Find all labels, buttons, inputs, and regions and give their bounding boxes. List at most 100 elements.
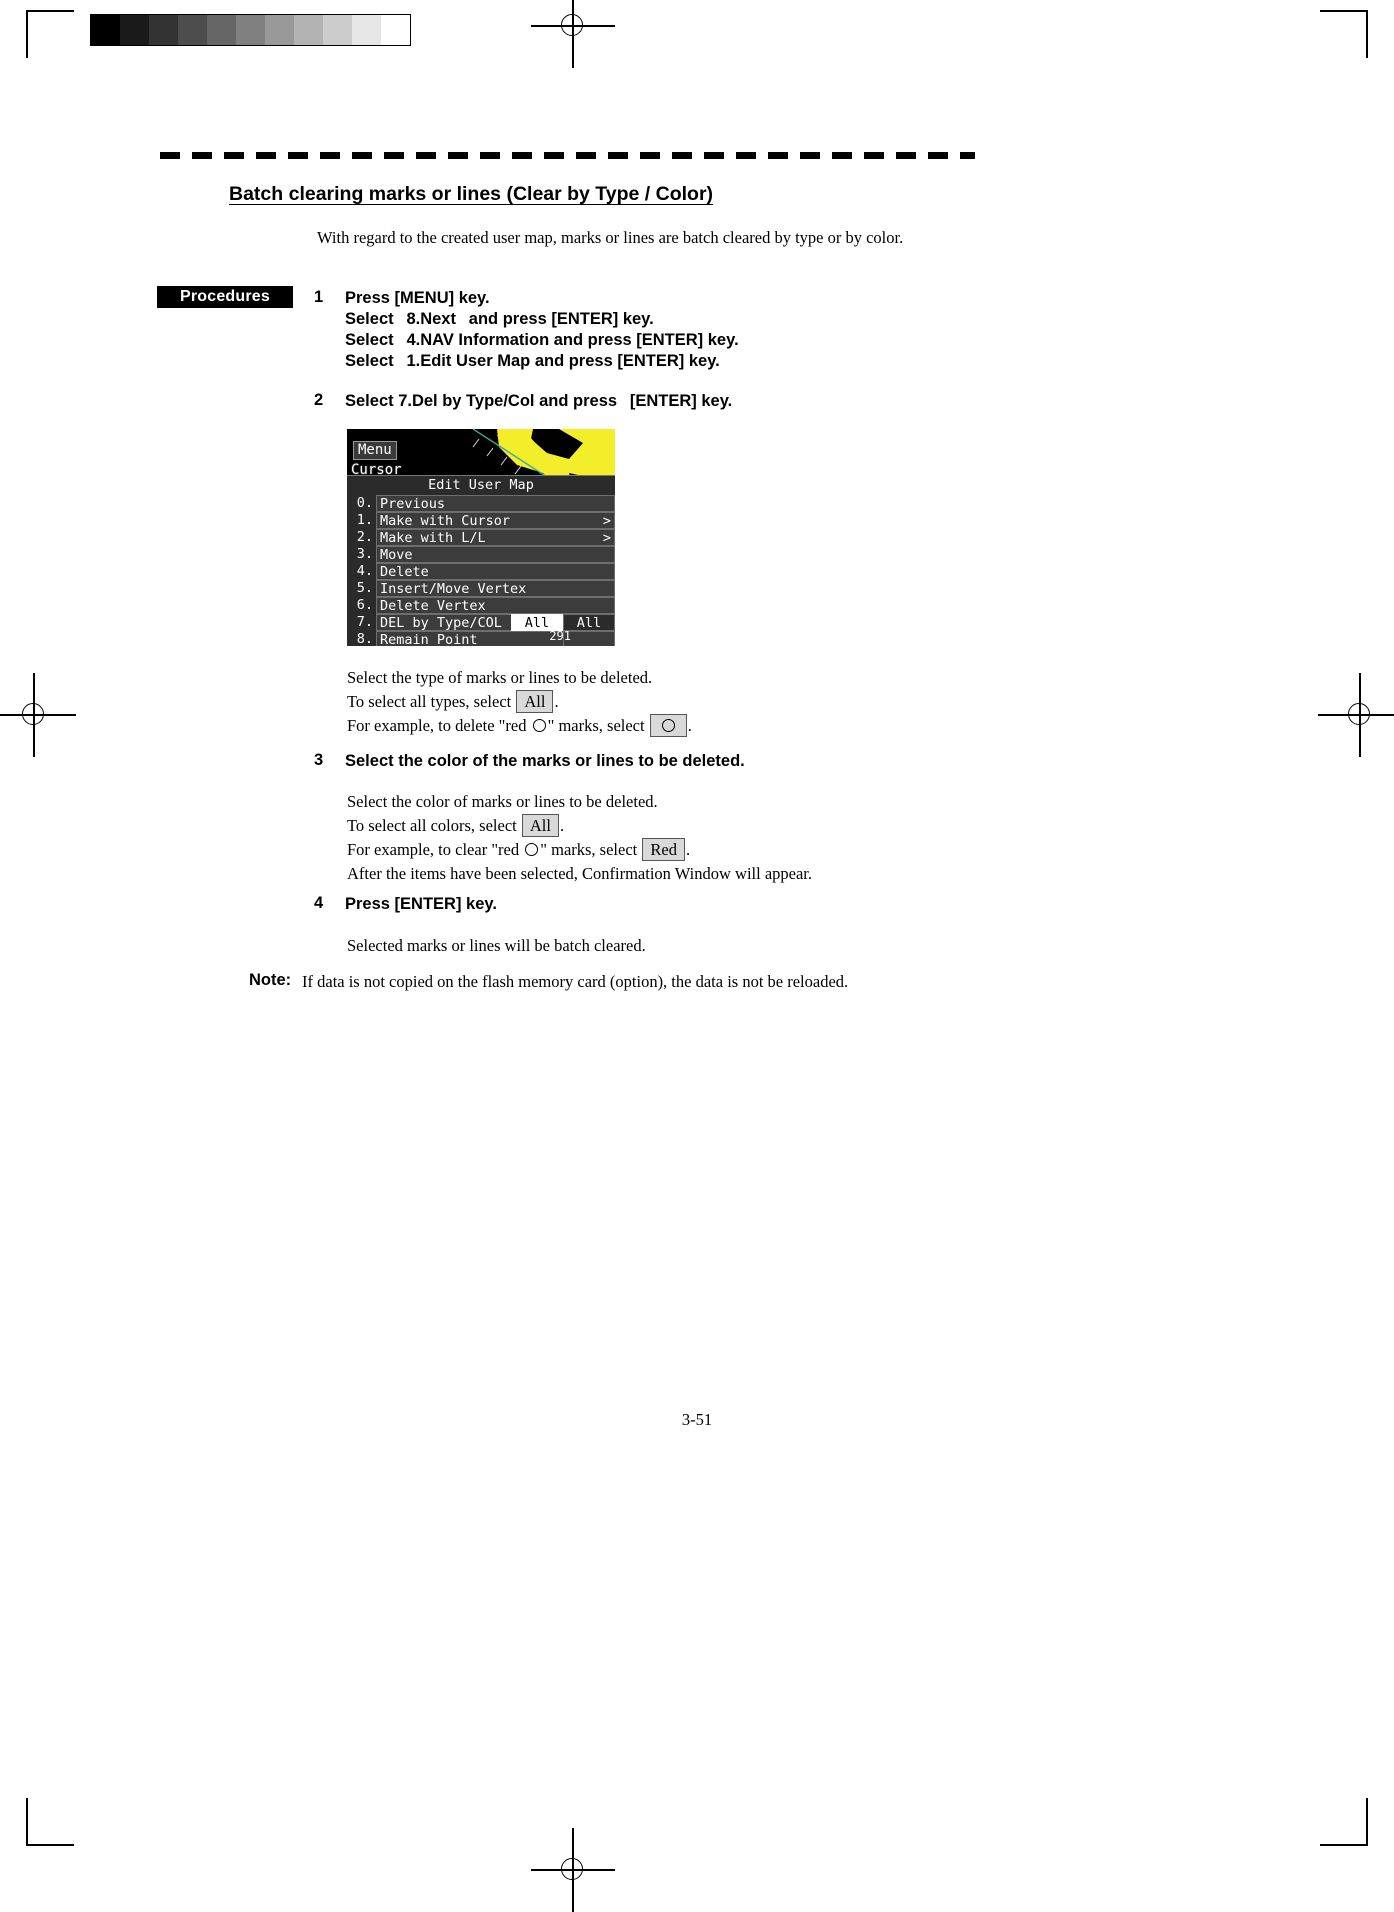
greyscale-calibration-strip bbox=[90, 14, 411, 46]
chevron-right-icon: > bbox=[599, 512, 615, 529]
menu-item-arrow bbox=[599, 495, 615, 512]
menu-item-index: 6. bbox=[347, 597, 376, 614]
step-3-body-line-2: To select all colors, select All. bbox=[347, 814, 812, 838]
step-1-line-2: Select 8.Next and press [ENTER] key. bbox=[345, 310, 654, 328]
menu-item-label: Remain Point bbox=[376, 631, 563, 646]
step-2-body-line-3-text: For example, to delete "red bbox=[347, 716, 527, 735]
period: . bbox=[559, 816, 565, 835]
step-2-body-line-2: To select all types, select All. bbox=[347, 690, 692, 714]
menu-item-arrow bbox=[599, 546, 615, 563]
step-1-number: 1 bbox=[314, 288, 324, 306]
step-1-line-3: Select 4.NAV Information and press [ENTE… bbox=[345, 331, 739, 349]
menu-item-index: 8. bbox=[347, 631, 376, 646]
page-number: 3-51 bbox=[681, 1410, 713, 1429]
menu-item-insert-move-vertex[interactable]: 5. Insert/Move Vertex bbox=[347, 580, 615, 597]
registration-mark-bottom-icon bbox=[531, 1828, 615, 1912]
menu-item-index: 7. bbox=[347, 614, 376, 631]
step-1-line-1: Press [MENU] key. bbox=[345, 289, 490, 307]
greyscale-swatch bbox=[236, 15, 265, 45]
menu-item-label: Delete bbox=[376, 563, 599, 580]
registration-mark-right-icon bbox=[1318, 673, 1394, 757]
registration-mark-top-icon bbox=[531, 0, 615, 68]
greyscale-swatch bbox=[149, 15, 178, 45]
greyscale-swatch bbox=[120, 15, 149, 45]
edit-user-map-panel: Edit User Map 0. Previous 1. Make with C… bbox=[347, 475, 615, 646]
red-keycap[interactable]: Red bbox=[642, 838, 685, 861]
menu-button[interactable]: Menu bbox=[353, 441, 397, 460]
circle-mark-icon bbox=[525, 843, 539, 856]
menu-item-arrow bbox=[599, 580, 615, 597]
menu-item-label: Previous bbox=[376, 495, 599, 512]
period: . bbox=[685, 840, 691, 859]
circle-mark-icon bbox=[661, 719, 675, 732]
step-3-body-line-3: For example, to clear "red " marks, sele… bbox=[347, 838, 812, 862]
circle-keycap[interactable] bbox=[649, 714, 687, 737]
menu-item-label: Insert/Move Vertex bbox=[376, 580, 599, 597]
step-3-body-line-2-text: To select all colors, select bbox=[347, 816, 517, 835]
crop-mark-top-right bbox=[1320, 10, 1368, 58]
menu-item-index: 2. bbox=[347, 529, 376, 546]
step-4-line-1: Press [ENTER] key. bbox=[345, 895, 497, 913]
greyscale-swatch bbox=[265, 15, 294, 45]
menu-item-label: Make with Cursor bbox=[376, 512, 599, 529]
menu-item-label: Make with L/L bbox=[376, 529, 599, 546]
crop-mark-top-left bbox=[26, 10, 74, 58]
greyscale-swatch bbox=[91, 15, 120, 45]
note-text: If data is not copied on the flash memor… bbox=[302, 972, 849, 991]
registration-mark-left-icon bbox=[0, 673, 76, 757]
menu-item-arrow bbox=[599, 563, 615, 580]
step-3-body: Select the color of marks or lines to be… bbox=[347, 790, 812, 886]
menu-item-make-with-cursor[interactable]: 1. Make with Cursor > bbox=[347, 512, 615, 529]
all-keycap[interactable]: All bbox=[521, 814, 559, 837]
all-keycap[interactable]: All bbox=[516, 690, 554, 713]
step-2-text: Select 7.Del by Type/Col and press [ENTE… bbox=[345, 391, 732, 412]
crop-mark-bottom-left bbox=[26, 1798, 74, 1846]
step-4-text: Press [ENTER] key. bbox=[345, 894, 497, 915]
step-1-line-4: Select 1.Edit User Map and press [ENTER]… bbox=[345, 352, 720, 370]
intro-paragraph: With regard to the created user map, mar… bbox=[317, 228, 904, 247]
step-4-body: Selected marks or lines will be batch cl… bbox=[347, 934, 646, 958]
step-3-text: Select the color of the marks or lines t… bbox=[345, 751, 745, 772]
crop-mark-bottom-right bbox=[1320, 1798, 1368, 1846]
step-3-number: 3 bbox=[314, 751, 324, 769]
menu-item-delete[interactable]: 4. Delete bbox=[347, 563, 615, 580]
step-2-body-line-1: Select the type of marks or lines to be … bbox=[347, 668, 653, 687]
device-screenshot: Menu Cursor Edit User Map 0. Previous 1.… bbox=[347, 429, 615, 646]
menu-item-label: Delete Vertex bbox=[376, 597, 599, 614]
menu-item-previous[interactable]: 0. Previous bbox=[347, 495, 615, 512]
panel-title: Edit User Map bbox=[428, 477, 534, 493]
chevron-right-icon: > bbox=[599, 529, 615, 546]
step-2-line-1: Select 7.Del by Type/Col and press [ENTE… bbox=[345, 392, 733, 410]
menu-item-label: DEL by Type/COL bbox=[376, 614, 511, 631]
greyscale-swatch bbox=[178, 15, 207, 45]
page-title: Batch clearing marks or lines (Clear by … bbox=[229, 183, 714, 205]
step-2-body: Select the type of marks or lines to be … bbox=[347, 666, 692, 738]
step-3-body-line-4: After the items have been selected, Conf… bbox=[347, 864, 813, 883]
step-2-body-line-2-text: To select all types, select bbox=[347, 692, 512, 711]
procedures-label: Procedures bbox=[157, 286, 293, 308]
step-4-body-line-1: Selected marks or lines will be batch cl… bbox=[347, 936, 646, 955]
step-3-body-line-3-text: For example, to clear "red bbox=[347, 840, 520, 859]
menu-item-index: 5. bbox=[347, 580, 376, 597]
menu-item-delete-vertex[interactable]: 6. Delete Vertex bbox=[347, 597, 615, 614]
step-2-body-line-3-tail: " marks, select bbox=[547, 716, 645, 735]
greyscale-swatch bbox=[323, 15, 352, 45]
menu-item-move[interactable]: 3. Move bbox=[347, 546, 615, 563]
period: . bbox=[554, 692, 559, 711]
menu-item-index: 4. bbox=[347, 563, 376, 580]
greyscale-swatch bbox=[294, 15, 323, 45]
dashed-divider bbox=[160, 152, 975, 159]
step-1-text: Press [MENU] key. Select 8.Next and pres… bbox=[345, 288, 739, 372]
menu-item-remain-point[interactable]: 8. Remain Point bbox=[347, 631, 615, 646]
greyscale-swatch bbox=[352, 15, 381, 45]
menu-item-index: 0. bbox=[347, 495, 376, 512]
greyscale-swatch bbox=[207, 15, 236, 45]
step-3-body-line-1: Select the color of marks or lines to be… bbox=[347, 792, 658, 811]
circle-mark-icon bbox=[532, 719, 546, 732]
menu-item-index: 3. bbox=[347, 546, 376, 563]
step-3-line-1: Select the color of the marks or lines t… bbox=[345, 752, 745, 770]
period: . bbox=[687, 716, 692, 735]
menu-item-index: 1. bbox=[347, 512, 376, 529]
menu-item-make-with-ll[interactable]: 2. Make with L/L > bbox=[347, 529, 615, 546]
menu-item-del-by-type-col[interactable]: 7. DEL by Type/COL All All bbox=[347, 614, 615, 631]
